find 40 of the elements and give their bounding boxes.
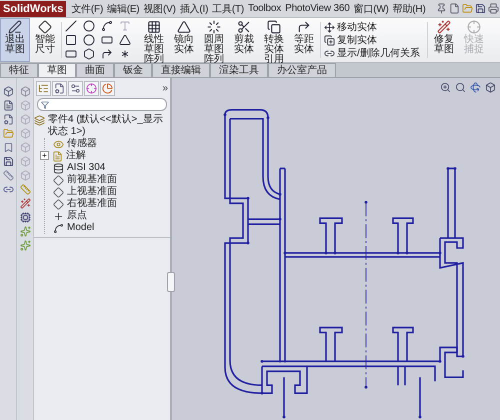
- command-tab[interactable]: 草图: [38, 63, 76, 77]
- ribbon-list-item[interactable]: 移动实体: [324, 20, 424, 34]
- command-tab[interactable]: 钣金: [114, 63, 152, 77]
- tree-item[interactable]: 注解: [66, 150, 86, 162]
- menu-item[interactable]: 帮助(H): [390, 2, 428, 16]
- command-tab[interactable]: 曲面: [76, 63, 114, 77]
- tree-item[interactable]: 前视基准面: [67, 174, 117, 186]
- tree-item[interactable]: Model: [67, 222, 94, 234]
- tree-item[interactable]: 右视基准面: [67, 198, 117, 210]
- ribbon-button[interactable]: 退出草图: [0, 18, 30, 62]
- ribbon-button[interactable]: 圆周草图阵列: [199, 18, 229, 62]
- menu-item[interactable]: 工具(T): [210, 2, 246, 16]
- ribbon-button[interactable]: 剪裁实体: [229, 18, 259, 62]
- ribbon-list-item[interactable]: 显示/删除几何关系: [324, 46, 424, 60]
- ribbon-list-item[interactable]: 复制实体: [324, 34, 424, 46]
- menu-item[interactable]: 插入(I): [178, 2, 210, 16]
- expand-toggle[interactable]: +: [40, 151, 49, 160]
- app-logo: SolidWorks: [0, 0, 66, 16]
- ribbon-button[interactable]: 线性草图阵列: [139, 18, 169, 62]
- tree-item[interactable]: 零件4 (默认<<默认>_显示状态 1>): [48, 114, 170, 138]
- menu-item[interactable]: 视图(V): [141, 2, 178, 16]
- ribbon-button[interactable]: 等距实体: [289, 18, 319, 62]
- tree-item[interactable]: 上视基准面: [67, 186, 117, 198]
- tree-item[interactable]: 原点: [67, 210, 87, 222]
- menu-item[interactable]: 编辑(E): [105, 2, 142, 16]
- ribbon-button[interactable]: 智能尺寸: [30, 18, 60, 62]
- command-tab[interactable]: 直接编辑: [152, 63, 210, 77]
- tree-item[interactable]: 传感器: [67, 138, 97, 150]
- menu-item[interactable]: 窗口(W): [352, 2, 391, 16]
- command-tab[interactable]: 渲染工具: [210, 63, 268, 77]
- command-tab[interactable]: 办公室产品: [268, 63, 336, 77]
- menu-item[interactable]: 文件(F): [69, 2, 106, 16]
- menu-item[interactable]: PhotoView 360: [283, 3, 352, 14]
- tree-item[interactable]: AISI 304: [67, 162, 106, 174]
- ribbon-button[interactable]: 转换实体引用: [259, 18, 289, 62]
- overflow-chevron[interactable]: »: [162, 83, 168, 94]
- ribbon-button[interactable]: 修复草图: [429, 18, 459, 62]
- menu-item[interactable]: Toolbox: [246, 3, 284, 14]
- ribbon-button[interactable]: 镜向实体: [169, 18, 199, 62]
- command-tab[interactable]: 特征: [0, 63, 38, 77]
